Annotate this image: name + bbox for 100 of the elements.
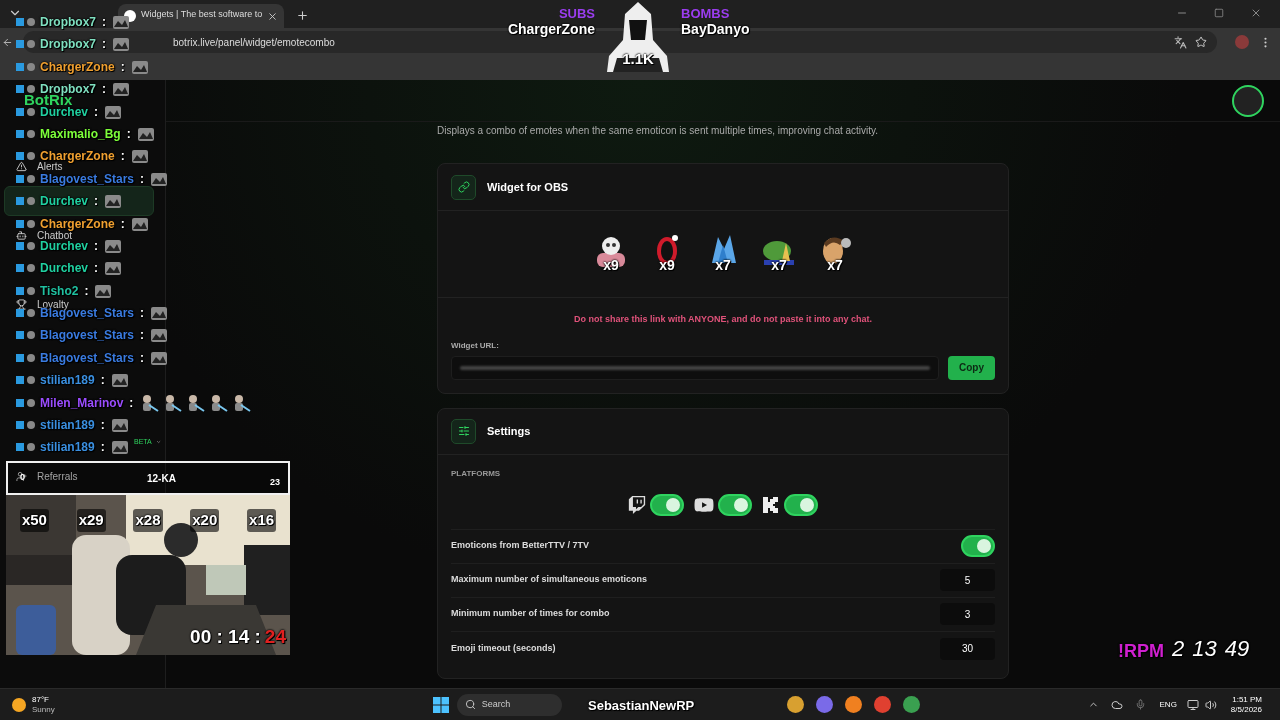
translate-icon[interactable] [1174, 35, 1187, 49]
user-avatar[interactable] [1232, 84, 1264, 117]
setting-label: Maximum number of simultaneous emoticons [451, 573, 648, 587]
start-icon[interactable] [432, 696, 449, 713]
bookmark-star-icon[interactable] [1195, 36, 1207, 48]
tiktok-username: SebastianNewRP [588, 697, 695, 715]
setting-label: Emoticons from BetterTTV / 7TV [451, 539, 590, 553]
sidebar-item[interactable]: Referrals [37, 473, 78, 481]
chat-username: ChargerZone [40, 218, 115, 229]
combo-count: x7 [771, 255, 787, 275]
new-tab-icon[interactable] [296, 9, 310, 22]
chat-username: Dropbox7 [40, 39, 96, 50]
goal-label: 12-KA [147, 471, 176, 486]
chat-username: Milen_Marinov [40, 397, 124, 408]
chat-username: ChargerZone [40, 61, 115, 72]
emote-icon [104, 192, 123, 211]
sliders-icon [451, 418, 476, 444]
chat-username: Durchev [40, 240, 89, 251]
chat-colon: : [94, 240, 99, 251]
chat-colon: : [102, 39, 106, 50]
combo-count: x16 [247, 509, 277, 532]
url-text: botrix.live/panel/widget/emotecombo [173, 35, 336, 50]
chat-colon: : [100, 420, 105, 430]
chat-colon: : [94, 106, 99, 117]
chat-colon: : [102, 84, 106, 95]
browser-tab[interactable]: Widgets | The best software to [118, 4, 285, 28]
chat-username: Maximalio_Bg [40, 128, 121, 139]
chat-username: Blagovest_Stars [40, 352, 135, 363]
chat-colon: : [140, 330, 145, 341]
tab-title: Widgets | The best software to [141, 9, 263, 19]
warning-text: Do not share this link with ANYONE, and do not paste it into any chat. [573, 313, 873, 326]
chat-colon: : [140, 308, 145, 319]
app-icon[interactable] [786, 696, 804, 713]
mic-icon[interactable] [1134, 699, 1146, 710]
close-tab-icon[interactable] [267, 10, 279, 22]
chat-username: Durchev [40, 106, 89, 117]
card-title: Settings [487, 423, 531, 439]
number-field[interactable]: 30 [940, 637, 995, 660]
toggle-switch[interactable] [718, 493, 752, 516]
blurred-url-icon [460, 365, 930, 370]
toggle-switch[interactable] [784, 493, 818, 516]
twitch-icon [628, 495, 646, 514]
subs-label: SUBS [558, 7, 595, 21]
chat-username: Tisho2 [40, 285, 79, 296]
copy-button[interactable]: Copy [948, 355, 995, 380]
rpm-value: 13 [1192, 635, 1217, 663]
app-icon[interactable] [902, 696, 920, 713]
sidebar-icon [16, 160, 27, 172]
section-label: PLATFORMS [451, 467, 502, 480]
chat-colon: : [102, 17, 106, 27]
chat-username: stilian189 [40, 420, 95, 430]
toggle-switch[interactable] [650, 493, 684, 516]
url-field[interactable] [451, 355, 939, 380]
bombs-label: BOMBS [681, 7, 730, 21]
logo[interactable]: BotRix [24, 95, 165, 105]
referral-count: 0 [20, 471, 25, 485]
chat-username: Blagovest_Stars [40, 330, 135, 341]
sidebar-item[interactable]: Chatbot [37, 231, 73, 239]
timer-seconds: 24 [264, 624, 286, 649]
number-field[interactable]: 5 [940, 569, 995, 591]
sun-icon[interactable] [12, 697, 26, 712]
close-icon[interactable] [1250, 7, 1262, 19]
toggle-switch[interactable] [961, 535, 995, 557]
chat-username: Durchev [40, 196, 89, 207]
chat-username: Blagovest_Stars [40, 173, 135, 184]
chat-username: stilian189 [40, 442, 95, 453]
emote-icon [104, 259, 123, 278]
goal-count: 23 [270, 476, 280, 490]
sidebar-icon [16, 229, 27, 241]
timer: 00 : 14 : [190, 624, 261, 649]
number-field[interactable]: 3 [940, 603, 995, 625]
network-icon[interactable] [1186, 698, 1199, 711]
rpm-value: 49 [1224, 635, 1250, 663]
field-label: Widget URL: [451, 339, 500, 352]
combo-count: x20 [190, 509, 220, 532]
chat-colon: : [129, 397, 134, 408]
selected-item-highlight[interactable] [4, 185, 154, 216]
chat-colon: : [94, 263, 99, 274]
cloud-icon[interactable] [1110, 698, 1123, 711]
chat-username: Durchev [40, 263, 89, 274]
back-icon[interactable] [2, 36, 13, 48]
temperature: 87°F [32, 694, 50, 705]
rpm-label: !RPM [1118, 640, 1164, 663]
sidebar-icon [16, 298, 27, 310]
app-icon[interactable] [873, 696, 891, 713]
app-icon[interactable] [844, 696, 862, 713]
combo-count: x29 [76, 509, 106, 532]
sidebar-item[interactable]: Loyalty [37, 300, 69, 308]
sidebar-item[interactable]: Alerts [37, 162, 63, 170]
search-field[interactable]: Search [456, 693, 562, 716]
chat-colon: : [140, 352, 145, 363]
language-indicator[interactable]: ENG [1159, 698, 1177, 711]
emote-icon [112, 35, 130, 54]
volume-icon[interactable] [1204, 698, 1217, 711]
maximize-icon[interactable] [1214, 8, 1224, 18]
chat-colon: : [100, 442, 105, 453]
chat-colon: : [84, 285, 89, 296]
chat-colon: : [140, 173, 145, 184]
setting-label: Minimum number of times for combo [451, 607, 610, 621]
app-icon[interactable] [815, 696, 833, 713]
